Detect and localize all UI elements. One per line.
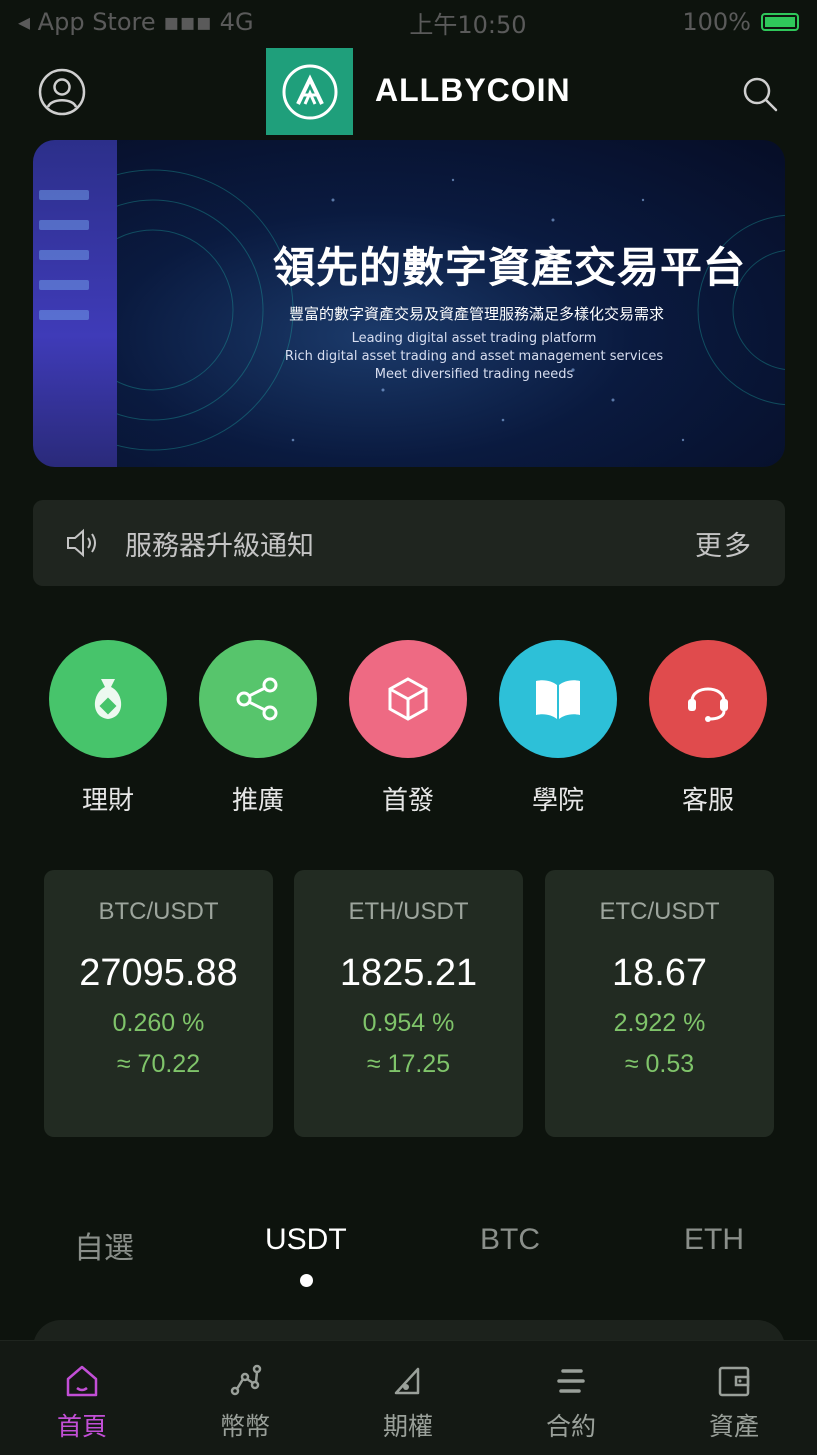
ticker-approx: ≈ 17.25	[366, 1050, 451, 1078]
promo-banner[interactable]: 領先的數字資產交易平台 豐富的數字資產交易及資產管理服務滿足多樣化交易需求 Le…	[33, 140, 785, 467]
headset-icon	[688, 687, 728, 722]
tab-home[interactable]: 首頁	[22, 1361, 142, 1443]
coin-trade-icon	[230, 1364, 262, 1396]
cube-icon	[388, 677, 428, 721]
ticker-card-btc[interactable]: BTC/USDT 27095.88 0.260 % ≈ 70.22	[44, 870, 273, 1137]
ticker-change: 0.954 %	[362, 1009, 455, 1037]
quick-nav-promote-label: 推廣	[231, 786, 284, 816]
quick-nav-wealth[interactable]: 理財	[33, 640, 183, 817]
ticker-approx: ≈ 70.22	[116, 1050, 201, 1078]
quick-nav-support-label: 客服	[681, 786, 734, 816]
contract-icon	[557, 1369, 585, 1393]
ticker-price: 18.67	[611, 952, 708, 994]
home-icon	[66, 1365, 98, 1397]
ticker-pair: BTC/USDT	[98, 898, 219, 925]
tab-btc[interactable]: BTC	[480, 1223, 540, 1257]
tab-eth[interactable]: ETH	[684, 1223, 744, 1257]
banner-subtitle-en-3: Meet diversified trading needs	[374, 367, 574, 382]
ticker-pair: ETC/USDT	[599, 898, 720, 925]
notice-bar[interactable]: 服務器升級通知 更多	[33, 500, 785, 586]
tab-assets-label: 資產	[708, 1412, 759, 1441]
carrier-indicator: ◂ App Store ▪▪▪ 4G	[18, 8, 254, 36]
quick-nav-promote[interactable]: 推廣	[183, 640, 333, 817]
banner-subtitle-en-1: Leading digital asset trading platform	[351, 331, 597, 346]
quick-nav-wealth-circle	[49, 640, 167, 758]
share-icon	[236, 677, 278, 721]
ticker-approx: ≈ 0.53	[624, 1050, 695, 1078]
ticker-price: 1825.21	[339, 952, 478, 994]
quick-nav-launch-label: 首發	[381, 786, 434, 816]
quick-nav-promote-circle	[199, 640, 317, 758]
bottom-tab-bar: 首頁 幣幣 期權 合約 資產	[0, 1340, 817, 1455]
ticker-change: 0.260 %	[112, 1009, 205, 1037]
app-header: ALLBYCOIN	[0, 44, 817, 139]
active-tab-indicator	[300, 1274, 313, 1287]
options-icon	[394, 1367, 420, 1395]
quick-nav: 理財 推廣 首發 學院 客服	[0, 640, 817, 820]
battery-percent: 100%	[682, 8, 751, 36]
speaker-icon	[67, 528, 96, 558]
battery-icon	[761, 13, 799, 31]
quick-nav-support[interactable]: 客服	[633, 640, 783, 817]
tab-usdt[interactable]: USDT	[265, 1223, 347, 1257]
tab-contract[interactable]: 合約	[511, 1361, 631, 1443]
quick-nav-academy-circle	[499, 640, 617, 758]
book-icon	[536, 680, 580, 719]
tab-contract-label: 合約	[545, 1412, 596, 1441]
ticker-price: 27095.88	[79, 952, 238, 994]
status-right: 100%	[682, 8, 799, 36]
tab-home-label: 首頁	[56, 1412, 107, 1441]
user-icon	[38, 68, 86, 116]
ticker-card-etc[interactable]: ETC/USDT 18.67 2.922 % ≈ 0.53	[545, 870, 774, 1137]
tab-spot[interactable]: 幣幣	[185, 1361, 305, 1443]
app-title: ALLBYCOIN	[375, 72, 571, 108]
banner-subtitle-zh: 豐富的數字資產交易及資產管理服務滿足多樣化交易需求	[288, 305, 664, 323]
ticker-change: 2.922 %	[613, 1009, 706, 1037]
notice-text: 服務器升級通知	[125, 530, 314, 562]
quick-nav-launch-circle	[349, 640, 467, 758]
quick-nav-academy[interactable]: 學院	[483, 640, 633, 817]
search-icon	[743, 77, 778, 112]
allbycoin-logo-icon	[282, 64, 337, 119]
tab-options[interactable]: 期權	[348, 1361, 468, 1443]
quick-nav-academy-label: 學院	[531, 786, 584, 816]
tab-spot-label: 幣幣	[219, 1412, 270, 1441]
wallet-icon	[718, 1366, 750, 1397]
user-profile-button[interactable]	[38, 68, 86, 116]
quick-nav-wealth-label: 理財	[81, 786, 134, 816]
status-time: 上午10:50	[409, 10, 527, 39]
money-bag-icon	[94, 679, 122, 719]
ticker-card-eth[interactable]: ETH/USDT 1825.21 0.954 % ≈ 17.25	[294, 870, 523, 1137]
banner-heading: 領先的數字資產交易平台	[273, 243, 747, 292]
tab-options-label: 期權	[382, 1412, 433, 1441]
tab-favorites[interactable]: 自選	[74, 1223, 134, 1267]
banner-subtitle-en-2: Rich digital asset trading and asset man…	[284, 349, 664, 364]
ticker-cards: BTC/USDT 27095.88 0.260 % ≈ 70.22 ETH/US…	[0, 870, 817, 1137]
tab-assets[interactable]: 資產	[674, 1361, 794, 1443]
status-bar: ◂ App Store ▪▪▪ 4G 上午10:50 100%	[0, 0, 817, 44]
quick-nav-support-circle	[649, 640, 767, 758]
ticker-pair: ETH/USDT	[348, 898, 469, 925]
market-tabs: 自選 USDT BTC ETH	[0, 1215, 817, 1295]
search-button[interactable]	[740, 74, 780, 114]
notice-more-link[interactable]: 更多	[695, 524, 753, 563]
app-logo	[266, 48, 353, 135]
quick-nav-launch[interactable]: 首發	[333, 640, 483, 817]
